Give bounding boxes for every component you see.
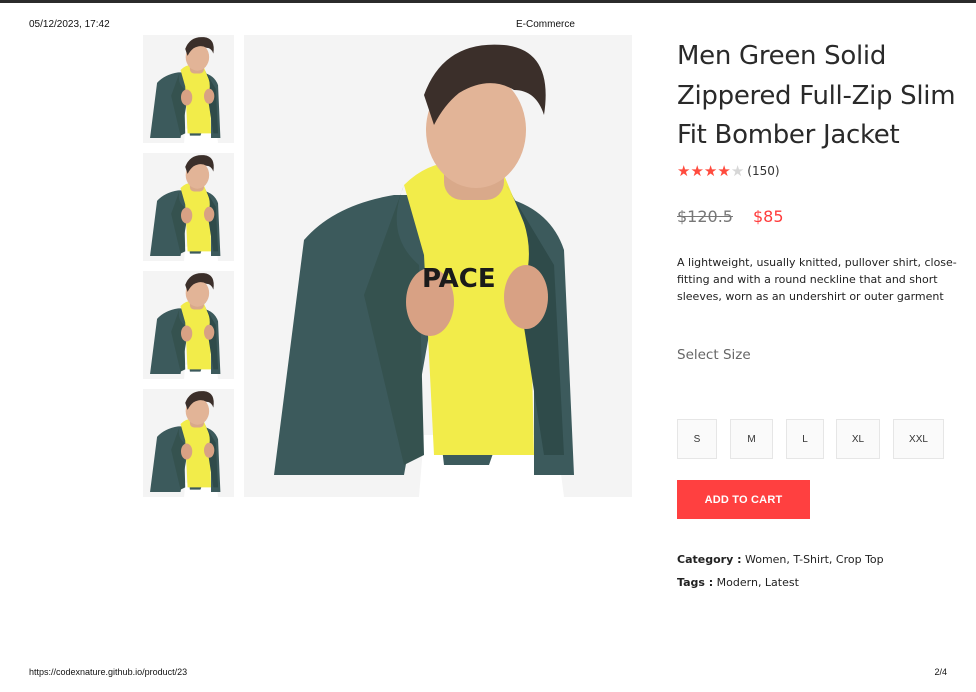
size-option-s[interactable]: S: [677, 419, 717, 459]
star-filled-icon: ★: [717, 161, 731, 180]
product-meta: Category : Women, T-Shirt, Crop Top Tags…: [677, 553, 967, 599]
rating: ★ ★ ★ ★ ★ (150): [677, 161, 957, 180]
size-heading: Select Size: [677, 346, 751, 363]
product-title: Men Green Solid Zippered Full-Zip Slim F…: [677, 41, 956, 150]
size-option-xl[interactable]: XL: [836, 419, 880, 459]
svg-text:PACE: PACE: [422, 264, 496, 294]
product-description: A lightweight, usually knitted, pullover…: [677, 255, 957, 303]
print-page-number: 2/4: [934, 667, 947, 677]
star-filled-icon: ★: [690, 161, 704, 180]
top-border: [0, 0, 976, 3]
thumbnail-1[interactable]: [143, 35, 234, 143]
size-option-l[interactable]: L: [786, 419, 824, 459]
old-price: $120.5: [677, 206, 733, 226]
category-value[interactable]: Women, T-Shirt, Crop Top: [741, 553, 884, 566]
rating-count: (150): [747, 164, 780, 178]
size-option-xxl[interactable]: XXL: [893, 419, 944, 459]
main-product-image[interactable]: PACE: [244, 35, 632, 497]
price-block: $120.5 $85: [677, 207, 957, 226]
thumbnail-4[interactable]: [143, 389, 234, 497]
star-filled-icon: ★: [677, 161, 691, 180]
new-price: $85: [752, 206, 784, 226]
add-to-cart-button[interactable]: ADD TO CART: [677, 480, 810, 519]
tags-value[interactable]: Modern, Latest: [713, 576, 799, 589]
size-selector: S M L XL XXL: [677, 419, 967, 461]
thumbnail-2[interactable]: [143, 153, 234, 261]
print-datetime: 05/12/2023, 17:42: [29, 19, 110, 30]
thumbnail-3[interactable]: [143, 271, 234, 379]
print-url: https://codexnature.github.io/product/23: [29, 667, 188, 677]
product-info: Men Green Solid Zippered Full-Zip Slim F…: [677, 37, 957, 589]
tags-label: Tags :: [677, 576, 714, 589]
thumbnail-list: [143, 35, 234, 507]
tags-row: Tags : Modern, Latest: [677, 576, 967, 599]
category-row: Category : Women, T-Shirt, Crop Top: [677, 553, 967, 576]
category-label: Category :: [677, 553, 742, 566]
print-site-title: E-Commerce: [516, 19, 575, 30]
size-option-m[interactable]: M: [730, 419, 773, 459]
star-filled-icon: ★: [703, 161, 718, 180]
star-empty-icon: ★: [730, 161, 745, 180]
